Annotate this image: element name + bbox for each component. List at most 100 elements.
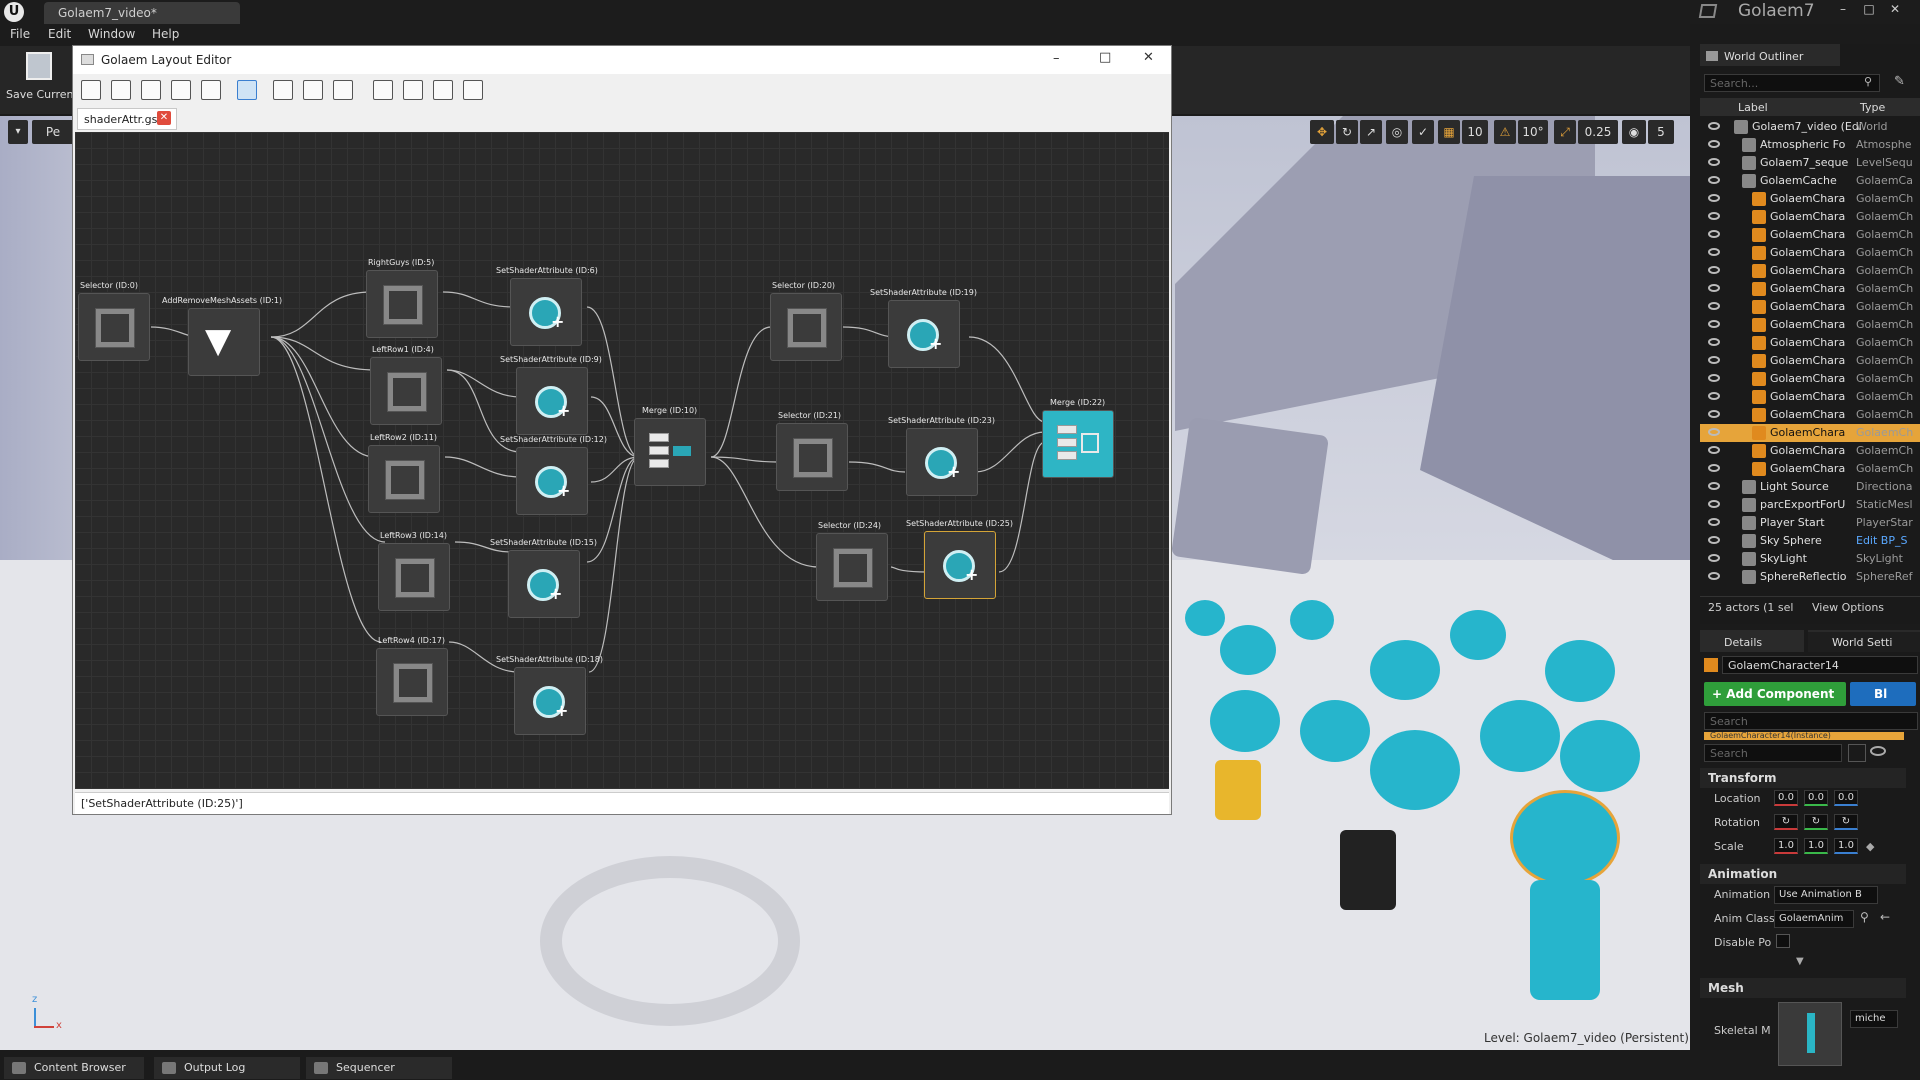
- camera-speed-icon[interactable]: ◉: [1622, 120, 1646, 144]
- rotate-tool-icon[interactable]: ↻: [1336, 120, 1358, 144]
- scale-z[interactable]: 1.0: [1834, 838, 1858, 854]
- property-search-input[interactable]: Search: [1704, 744, 1842, 762]
- location-x[interactable]: 0.0: [1774, 790, 1798, 806]
- editor-titlebar[interactable]: [73, 46, 1171, 74]
- graph-node-shader[interactable]: +: [888, 300, 960, 368]
- world-settings-tab[interactable]: World Setti: [1808, 630, 1920, 652]
- scale-y[interactable]: 1.0: [1804, 838, 1828, 854]
- visibility-icon[interactable]: [1708, 266, 1720, 274]
- editor-maximize-icon[interactable]: □: [1099, 50, 1111, 65]
- graph-node-selector[interactable]: [378, 543, 450, 611]
- visibility-icon[interactable]: [1708, 302, 1720, 310]
- graph-node-shader[interactable]: +: [508, 550, 580, 618]
- lock-icon[interactable]: ◆: [1866, 840, 1874, 853]
- menu-help[interactable]: Help: [152, 27, 179, 41]
- scale-snap-icon[interactable]: ⤢: [1554, 120, 1576, 144]
- outliner-row[interactable]: GolaemChara GolaemCh: [1700, 424, 1920, 442]
- menu-window[interactable]: Window: [88, 27, 135, 41]
- visibility-icon[interactable]: [1708, 284, 1720, 292]
- transform-section[interactable]: Transform: [1700, 768, 1906, 788]
- rotation-label[interactable]: Rotation: [1714, 816, 1760, 829]
- sequencer-tab[interactable]: Sequencer: [306, 1057, 452, 1079]
- outliner-row[interactable]: GolaemChara GolaemCh: [1700, 208, 1920, 226]
- scale-x[interactable]: 1.0: [1774, 838, 1798, 854]
- visibility-icon[interactable]: [1708, 392, 1720, 400]
- layout-2-icon[interactable]: [403, 80, 423, 100]
- label-column-header[interactable]: Label: [1738, 101, 1768, 114]
- graph-node-selector[interactable]: [816, 533, 888, 601]
- visibility-icon[interactable]: [1708, 410, 1720, 418]
- layout-3-icon[interactable]: [433, 80, 453, 100]
- outliner-row[interactable]: GolaemChara GolaemCh: [1700, 226, 1920, 244]
- outliner-row[interactable]: GolaemChara GolaemCh: [1700, 406, 1920, 424]
- outliner-row[interactable]: Sky Sphere Edit BP_S: [1700, 532, 1920, 550]
- mesh-section[interactable]: Mesh: [1700, 978, 1906, 998]
- add-component-button[interactable]: + Add Component: [1704, 682, 1846, 706]
- visibility-icon[interactable]: [1708, 554, 1720, 562]
- visibility-icon[interactable]: [1708, 248, 1720, 256]
- graph-node-shader[interactable]: +: [514, 667, 586, 735]
- outliner-row[interactable]: GolaemChara GolaemCh: [1700, 352, 1920, 370]
- close-icon[interactable]: ✕: [1884, 2, 1906, 20]
- outliner-row[interactable]: SkyLight SkyLight: [1700, 550, 1920, 568]
- disable-checkbox[interactable]: [1776, 934, 1790, 948]
- outliner-row[interactable]: GolaemChara GolaemCh: [1700, 298, 1920, 316]
- rotation-x-icon[interactable]: ↻: [1774, 814, 1798, 830]
- layout-4-icon[interactable]: [463, 80, 483, 100]
- save-current-button[interactable]: Save Curren: [6, 50, 74, 108]
- delete-icon[interactable]: [141, 80, 161, 100]
- layout-1-icon[interactable]: [373, 80, 393, 100]
- scale-label[interactable]: Scale: [1714, 840, 1744, 853]
- outliner-row[interactable]: Player Start PlayerStar: [1700, 514, 1920, 532]
- visibility-icon[interactable]: [1708, 464, 1720, 472]
- menu-edit[interactable]: Edit: [48, 27, 71, 41]
- outliner-row-type[interactable]: Edit BP_S: [1856, 534, 1907, 547]
- select-mode-icon[interactable]: [237, 80, 257, 100]
- graph-node-selector[interactable]: [376, 648, 448, 716]
- list-view-icon[interactable]: [303, 80, 323, 100]
- grid-size[interactable]: 10: [1462, 120, 1488, 144]
- graph-node-selector[interactable]: [78, 293, 150, 361]
- graph-node-selector[interactable]: [770, 293, 842, 361]
- location-label[interactable]: Location: [1714, 792, 1761, 805]
- editor-minimize-icon[interactable]: –: [1053, 51, 1060, 66]
- visibility-icon[interactable]: [1708, 320, 1720, 328]
- graph-node-mesh[interactable]: ▼: [188, 308, 260, 376]
- mesh-thumbnail[interactable]: [1778, 1002, 1842, 1066]
- rotation-y-icon[interactable]: ↻: [1804, 814, 1828, 830]
- outliner-row[interactable]: Atmospheric Fo Atmosphe: [1700, 136, 1920, 154]
- instance-row[interactable]: GolaemCharacter14(Instance): [1704, 732, 1904, 740]
- mesh-select[interactable]: miche: [1850, 1010, 1898, 1028]
- visibility-icon[interactable]: [1708, 176, 1720, 184]
- type-column-header[interactable]: Type: [1860, 101, 1885, 114]
- outliner-row[interactable]: GolaemChara GolaemCh: [1700, 388, 1920, 406]
- visibility-icon[interactable]: [1708, 536, 1720, 544]
- outliner-row[interactable]: GolaemCache GolaemCa: [1700, 172, 1920, 190]
- maximize-icon[interactable]: □: [1858, 2, 1880, 20]
- outliner-row[interactable]: GolaemChara GolaemCh: [1700, 334, 1920, 352]
- editor-close-icon[interactable]: ✕: [1143, 50, 1154, 65]
- visibility-icon[interactable]: [1708, 500, 1720, 508]
- save-file-icon[interactable]: [171, 80, 191, 100]
- outliner-row[interactable]: Golaem7_video (Edi World: [1700, 118, 1920, 136]
- feedback-flag-icon[interactable]: [1698, 4, 1718, 18]
- visibility-icon[interactable]: [1708, 374, 1720, 382]
- visibility-icon[interactable]: [1708, 572, 1720, 580]
- expand-icon[interactable]: ▼: [1796, 956, 1804, 967]
- document-tab[interactable]: Golaem7_video*: [44, 2, 240, 24]
- animation-section[interactable]: Animation: [1700, 864, 1906, 884]
- visibility-icon[interactable]: [1708, 428, 1720, 436]
- rotation-z-icon[interactable]: ↻: [1834, 814, 1858, 830]
- graph-node-selector[interactable]: [366, 270, 438, 338]
- visibility-icon[interactable]: [1708, 158, 1720, 166]
- translate-tool-icon[interactable]: ✥: [1310, 120, 1334, 144]
- graph-node-shader[interactable]: +: [906, 428, 978, 496]
- visibility-icon[interactable]: [1708, 338, 1720, 346]
- world-outliner-tab[interactable]: World Outliner: [1700, 44, 1840, 66]
- visibility-icon[interactable]: [1708, 194, 1720, 202]
- visibility-icon[interactable]: [1708, 212, 1720, 220]
- details-tab[interactable]: Details: [1700, 630, 1804, 652]
- outliner-row[interactable]: Golaem7_seque LevelSequ: [1700, 154, 1920, 172]
- graph-node-selector[interactable]: [368, 445, 440, 513]
- view-options-button[interactable]: View Options: [1812, 601, 1884, 614]
